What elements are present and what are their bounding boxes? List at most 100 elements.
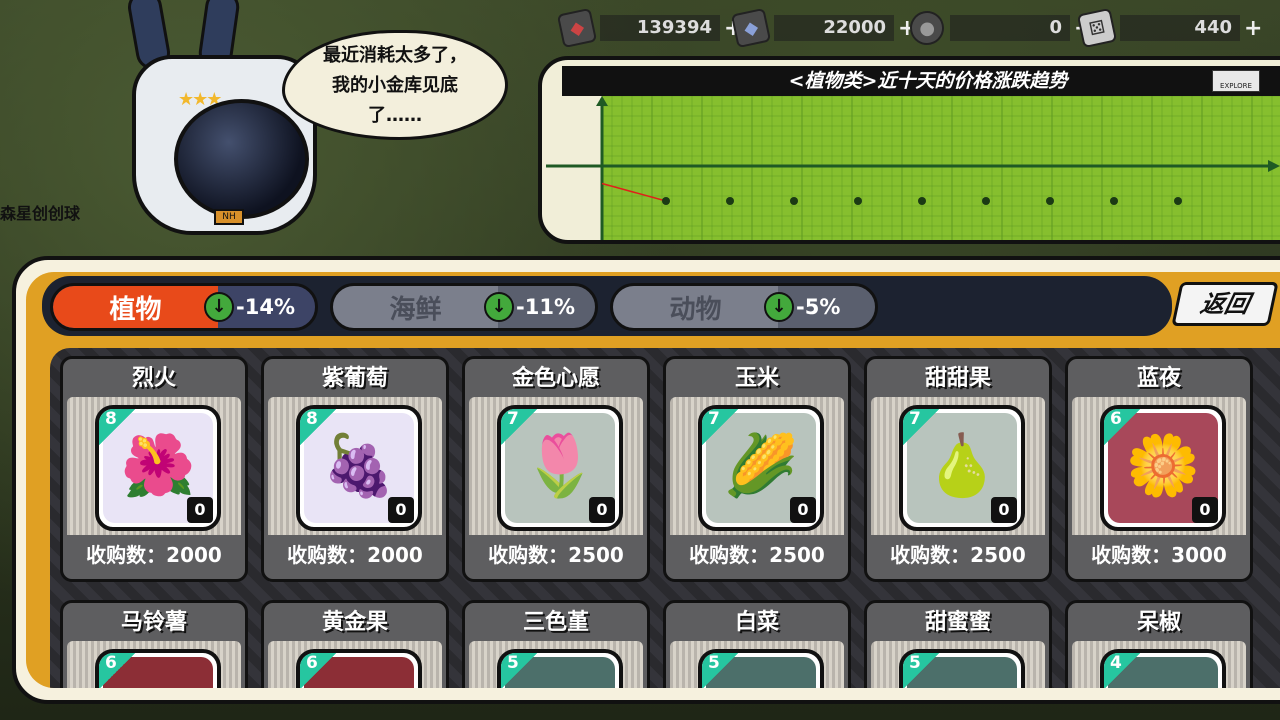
purchase-count: 收购数：3000 <box>1072 535 1246 575</box>
item-level: 8 <box>99 409 135 445</box>
item-card-body: 5 <box>871 641 1045 688</box>
add-resource-button[interactable]: + <box>1244 16 1262 41</box>
item-card-body: 🌷 7 0 收购数：2500 <box>469 397 643 575</box>
tab-plants[interactable]: 植物 ↓ -14% <box>50 283 318 331</box>
item-card[interactable]: 三色堇 5 <box>462 600 650 688</box>
chart-title: <植物类>近十天的价格涨跌趋势 <box>562 66 1280 96</box>
purchase-count: 收购数：2500 <box>670 535 844 575</box>
item-card[interactable]: 甜甜果 🍐 7 0 收购数：2500 <box>864 356 1052 582</box>
resource-value: 440 <box>1120 15 1240 41</box>
item-name: 烈火 <box>131 366 176 391</box>
item-card[interactable]: 马铃薯 6 <box>60 600 248 688</box>
background-map-label: 森星创创球 <box>0 204 81 223</box>
item-level: 5 <box>501 653 537 688</box>
tab-change: -14% <box>236 295 295 319</box>
item-grid: 烈火 🌺 8 0 收购数：2000 紫葡萄 🍇 8 0 收购数：2000 金色心… <box>50 348 1280 688</box>
item-name: 马铃薯 <box>120 610 187 635</box>
purchase-count: 收购数：2000 <box>268 535 442 575</box>
item-quantity: 0 <box>388 497 414 523</box>
price-down-arrow-icon: ↓ <box>204 292 234 322</box>
item-level: 6 <box>300 653 336 688</box>
resource-value: 0 <box>950 15 1070 41</box>
item-quantity: 0 <box>589 497 615 523</box>
item-level: 5 <box>903 653 939 688</box>
item-frame: 🌺 8 0 <box>95 405 221 531</box>
resource-coin: ● 0 + <box>906 7 1092 49</box>
data-point-marker <box>982 197 990 205</box>
purchase-count: 收购数：2000 <box>67 535 241 575</box>
item-quantity: 0 <box>790 497 816 523</box>
item-name: 甜甜果 <box>924 366 991 391</box>
blue-crystal-icon: ◆ <box>730 7 772 49</box>
item-card[interactable]: 金色心愿 🌷 7 0 收购数：2500 <box>462 356 650 582</box>
item-card[interactable]: 玉米 🌽 7 0 收购数：2500 <box>663 356 851 582</box>
tab-change: -5% <box>796 295 841 319</box>
tab-label: 植物 <box>53 286 218 328</box>
item-card-body: 🌼 6 0 收购数：3000 <box>1072 397 1246 575</box>
data-point-marker <box>1110 197 1118 205</box>
item-frame: 🍇 8 0 <box>296 405 422 531</box>
data-point-marker <box>790 197 798 205</box>
item-card-body: 6 <box>268 641 442 688</box>
item-card[interactable]: 白菜 5 <box>663 600 851 688</box>
price-trend-chart <box>546 96 1280 240</box>
data-point-marker <box>1046 197 1054 205</box>
resource-value: 139394 <box>600 15 720 41</box>
item-card-body: 5 <box>469 641 643 688</box>
tab-animals[interactable]: 动物 ↓ -5% <box>610 283 878 331</box>
item-card[interactable]: 呆椒 4 <box>1065 600 1253 688</box>
item-card[interactable]: 甜蜜蜜 5 <box>864 600 1052 688</box>
speech-bubble: 最近消耗太多了， 我的小金库见底 了…… <box>282 30 508 140</box>
speech-line: 最近消耗太多了， <box>323 45 467 66</box>
speech-line: 了…… <box>368 105 422 126</box>
item-frame: 4 <box>1100 649 1226 688</box>
chart-plot-area <box>602 96 1280 240</box>
item-name: 玉米 <box>734 366 779 391</box>
dice-icon: ⚄ <box>1076 7 1118 49</box>
item-card-body: 🍇 8 0 收购数：2000 <box>268 397 442 575</box>
item-level: 8 <box>300 409 336 445</box>
resource-red-gem: ◆ 139394 + <box>556 7 742 49</box>
category-tabs: 植物 ↓ -14% 海鲜 ↓ -11% 动物 ↓ -5% <box>42 276 1172 336</box>
item-frame: 🍐 7 0 <box>899 405 1025 531</box>
tab-seafood[interactable]: 海鲜 ↓ -11% <box>330 283 598 331</box>
mascot-character: ★★★ NH <box>112 0 322 255</box>
item-name: 三色堇 <box>522 610 589 635</box>
item-name: 金色心愿 <box>511 366 600 391</box>
item-card[interactable]: 紫葡萄 🍇 8 0 收购数：2000 <box>261 356 449 582</box>
item-frame: 6 <box>95 649 221 688</box>
item-name: 甜蜜蜜 <box>924 610 991 635</box>
purchase-count: 收购数：2500 <box>469 535 643 575</box>
item-frame: 5 <box>497 649 623 688</box>
item-frame: 🌷 7 0 <box>497 405 623 531</box>
item-name: 紫葡萄 <box>321 366 388 391</box>
item-frame: 🌽 7 0 <box>698 405 824 531</box>
item-level: 7 <box>702 409 738 445</box>
back-button[interactable]: 返回 <box>1171 282 1279 326</box>
tab-label: 海鲜 <box>333 286 498 328</box>
price-down-arrow-icon: ↓ <box>484 292 514 322</box>
mascot-visor <box>174 99 309 219</box>
purchase-count: 收购数：2500 <box>871 535 1045 575</box>
explore-logo: EXPLORE <box>1212 70 1260 92</box>
item-frame: 5 <box>899 649 1025 688</box>
item-card-body: 6 <box>67 641 241 688</box>
item-card-body: 🍐 7 0 收购数：2500 <box>871 397 1045 575</box>
price-trend-panel: <植物类>近十天的价格涨跌趋势 EXPLORE <box>538 56 1280 244</box>
item-quantity: 0 <box>1192 497 1218 523</box>
item-level: 7 <box>903 409 939 445</box>
item-frame: 5 <box>698 649 824 688</box>
item-name: 白菜 <box>734 610 779 635</box>
item-card[interactable]: 黄金果 6 <box>261 600 449 688</box>
data-point-marker <box>1174 197 1182 205</box>
item-frame: 🌼 6 0 <box>1100 405 1226 531</box>
resource-bar: ◆ 139394 + ◆ 22000 + ● 0 + ⚄ 440 + <box>556 7 1280 49</box>
resource-value: 22000 <box>774 15 894 41</box>
item-card[interactable]: 蓝夜 🌼 6 0 收购数：3000 <box>1065 356 1253 582</box>
speech-line: 我的小金库见底 <box>332 75 458 96</box>
item-level: 5 <box>702 653 738 688</box>
tab-label: 动物 <box>613 286 778 328</box>
item-quantity: 0 <box>187 497 213 523</box>
item-card[interactable]: 烈火 🌺 8 0 收购数：2000 <box>60 356 248 582</box>
resource-blue-crystal: ◆ 22000 + <box>730 7 916 49</box>
